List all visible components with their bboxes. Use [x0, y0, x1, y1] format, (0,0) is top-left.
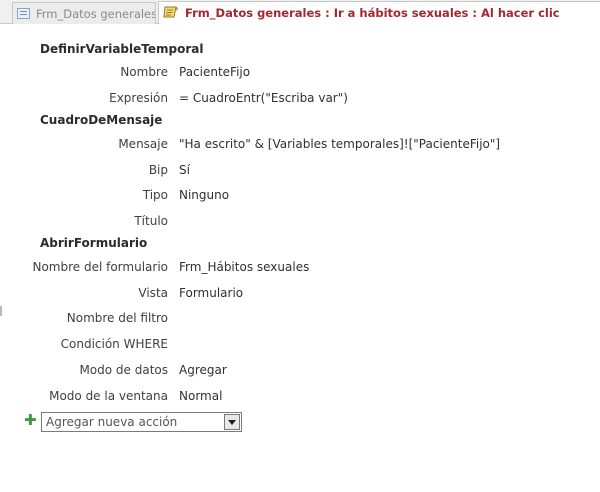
- tab-label: Frm_Datos generales: [36, 6, 156, 21]
- chevron-down-icon: [228, 419, 236, 425]
- arg-value[interactable]: Sí: [179, 163, 190, 177]
- add-action-combobox[interactable]: Agregar nueva acción: [41, 412, 242, 432]
- arg-label: Bip: [148, 163, 168, 177]
- macro-icon: [163, 5, 179, 22]
- macro-designer: DefinirVariableTemporal Nombre PacienteF…: [0, 24, 600, 492]
- add-action-placeholder: Agregar nueva acción: [46, 415, 178, 429]
- document-tab-bar: Frm_Datos generales Frm_Datos generales …: [0, 0, 600, 25]
- add-action-row: ✚: [24, 411, 38, 429]
- arg-value[interactable]: Formulario: [179, 286, 243, 300]
- arg-label: Nombre del filtro: [66, 311, 168, 325]
- arg-label: Condición WHERE: [60, 337, 168, 351]
- arg-value[interactable]: Ninguno: [179, 188, 229, 202]
- arg-label: Modo de la ventana: [49, 389, 168, 403]
- splitter-handle[interactable]: [0, 306, 2, 316]
- arg-value[interactable]: PacienteFijo: [179, 65, 250, 79]
- dropdown-button[interactable]: [224, 414, 240, 430]
- arg-label: Tipo: [142, 188, 168, 202]
- arg-value[interactable]: Frm_Hábitos sexuales: [179, 260, 309, 274]
- arg-value[interactable]: = CuadroEntr("Escriba var"): [179, 91, 348, 105]
- action-abrir-formulario[interactable]: AbrirFormulario: [40, 236, 147, 250]
- arg-label: Nombre del formulario: [32, 260, 168, 274]
- arg-label: Vista: [138, 286, 168, 300]
- action-cuadro-de-mensaje[interactable]: CuadroDeMensaje: [40, 113, 162, 127]
- arg-label: Modo de datos: [79, 363, 168, 377]
- tab-label: Frm_Datos generales : Ir a hábitos sexua…: [185, 6, 560, 20]
- tab-frm-datos-generales[interactable]: Frm_Datos generales: [12, 2, 156, 24]
- arg-label: Mensaje: [118, 137, 168, 151]
- action-definir-variable-temporal[interactable]: DefinirVariableTemporal: [40, 42, 203, 56]
- arg-value[interactable]: "Ha escrito" & [Variables temporales]!["…: [179, 137, 500, 151]
- arg-value[interactable]: Agregar: [179, 363, 227, 377]
- arg-value[interactable]: Normal: [179, 389, 222, 403]
- arg-label: Expresión: [109, 91, 168, 105]
- tab-macro-editor[interactable]: Frm_Datos generales : Ir a hábitos sexua…: [158, 1, 600, 25]
- plus-icon: ✚: [24, 411, 37, 429]
- arg-label: Nombre: [120, 65, 168, 79]
- arg-label: Título: [134, 214, 168, 228]
- form-icon: [17, 8, 30, 19]
